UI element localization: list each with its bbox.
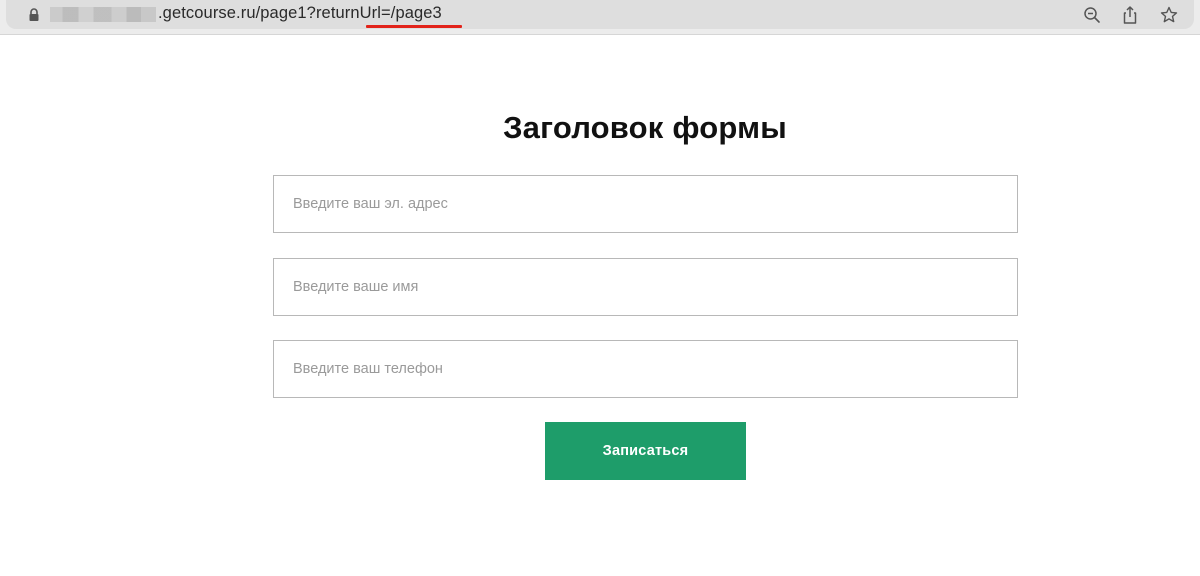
url-text[interactable]: .getcourse.ru/page1?returnUrl=/page3 <box>158 4 442 23</box>
name-placeholder: Введите ваше имя <box>293 279 419 295</box>
star-icon[interactable] <box>1159 5 1179 25</box>
name-field[interactable]: Введите ваше имя <box>273 258 1018 316</box>
zoom-out-icon[interactable] <box>1082 5 1102 25</box>
share-icon[interactable] <box>1120 5 1140 25</box>
page: .getcourse.ru/page1?returnUrl=/page3 Заг… <box>0 0 1200 576</box>
browser-toolbar: .getcourse.ru/page1?returnUrl=/page3 <box>0 0 1200 35</box>
phone-field[interactable]: Введите ваш телефон <box>273 340 1018 398</box>
email-placeholder: Введите ваш эл. адрес <box>293 196 448 212</box>
address-bar[interactable]: .getcourse.ru/page1?returnUrl=/page3 <box>6 0 1194 29</box>
email-field[interactable]: Введите ваш эл. адрес <box>273 175 1018 233</box>
phone-placeholder: Введите ваш телефон <box>293 361 443 377</box>
submit-button[interactable]: Записаться <box>545 422 746 480</box>
url-underline-annotation <box>366 25 462 28</box>
lock-icon <box>29 8 39 21</box>
blurred-hostname <box>50 7 156 22</box>
form-title: Заголовок формы <box>503 110 787 145</box>
